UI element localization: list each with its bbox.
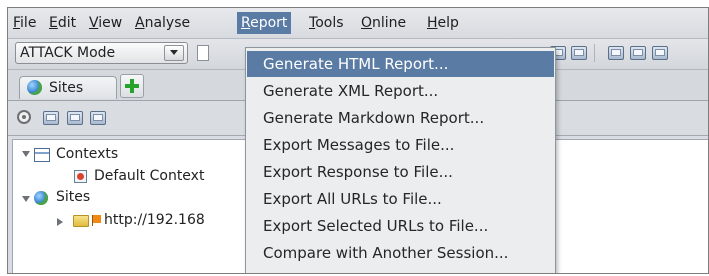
expand-site-icon[interactable] [57, 218, 63, 226]
flag-icon [92, 215, 101, 226]
chevron-down-icon [170, 50, 178, 55]
tab-sites-label: Sites [49, 80, 84, 96]
expand-sites-icon[interactable] [22, 196, 30, 202]
tab-sites[interactable]: Sites [19, 76, 117, 99]
mode-select-value: ATTACK Mode [20, 45, 116, 61]
menu-report[interactable]: Report [237, 12, 292, 34]
tree-node-sites[interactable]: Sites [56, 187, 90, 207]
menu-item-export-messages[interactable]: Export Messages to File... [247, 132, 554, 158]
folder-icon [73, 215, 89, 227]
menu-analyse[interactable]: Analyse [131, 12, 194, 34]
new-context-icon[interactable] [43, 111, 59, 125]
layout-columns-icon[interactable] [630, 46, 646, 60]
menu-item-export-all-urls[interactable]: Export All URLs to File... [247, 186, 554, 212]
menu-item-generate-html-report[interactable]: Generate HTML Report... [247, 51, 554, 77]
menu-view[interactable]: View [85, 12, 126, 34]
toolbar-separator [594, 44, 595, 62]
menu-bar: File Edit View Analyse Report Tools Onli… [8, 8, 708, 39]
import-context-icon[interactable] [67, 111, 83, 125]
expand-contexts-icon[interactable] [22, 151, 30, 157]
menu-tools[interactable]: Tools [305, 12, 348, 34]
export-context-icon[interactable] [90, 111, 106, 125]
tree-node-site-url[interactable]: http://192.168 [104, 210, 205, 230]
menu-item-generate-xml-report[interactable]: Generate XML Report... [247, 78, 554, 104]
menu-item-export-response[interactable]: Export Response to File... [247, 159, 554, 185]
new-session-icon[interactable] [197, 45, 209, 61]
globe-icon [27, 80, 42, 95]
menu-file[interactable]: File [9, 12, 40, 34]
menu-online[interactable]: Online [357, 12, 410, 34]
contexts-icon [34, 148, 50, 162]
menu-help[interactable]: Help [423, 12, 463, 34]
layout-full-icon[interactable] [571, 46, 587, 60]
globe-icon [34, 191, 48, 205]
menu-item-generate-markdown-report[interactable]: Generate Markdown Report... [247, 105, 554, 131]
mode-select[interactable]: ATTACK Mode [15, 42, 188, 64]
layout-split-icon[interactable] [608, 46, 624, 60]
layout-rows-icon[interactable] [652, 46, 668, 60]
menu-item-export-selected-urls[interactable]: Export Selected URLs to File... [247, 213, 554, 239]
report-menu: Generate HTML Report... Generate XML Rep… [245, 47, 556, 273]
context-icon [74, 170, 87, 183]
zap-window: File Edit View Analyse Report Tools Onli… [7, 7, 709, 274]
target-icon[interactable] [17, 110, 31, 124]
menu-edit[interactable]: Edit [45, 12, 80, 34]
mode-select-arrow[interactable] [164, 45, 184, 61]
tree-node-contexts[interactable]: Contexts [56, 144, 118, 164]
add-tab-button[interactable] [120, 74, 144, 98]
tree-node-default-context[interactable]: Default Context [94, 166, 204, 186]
menu-item-compare-session[interactable]: Compare with Another Session... [247, 240, 554, 266]
